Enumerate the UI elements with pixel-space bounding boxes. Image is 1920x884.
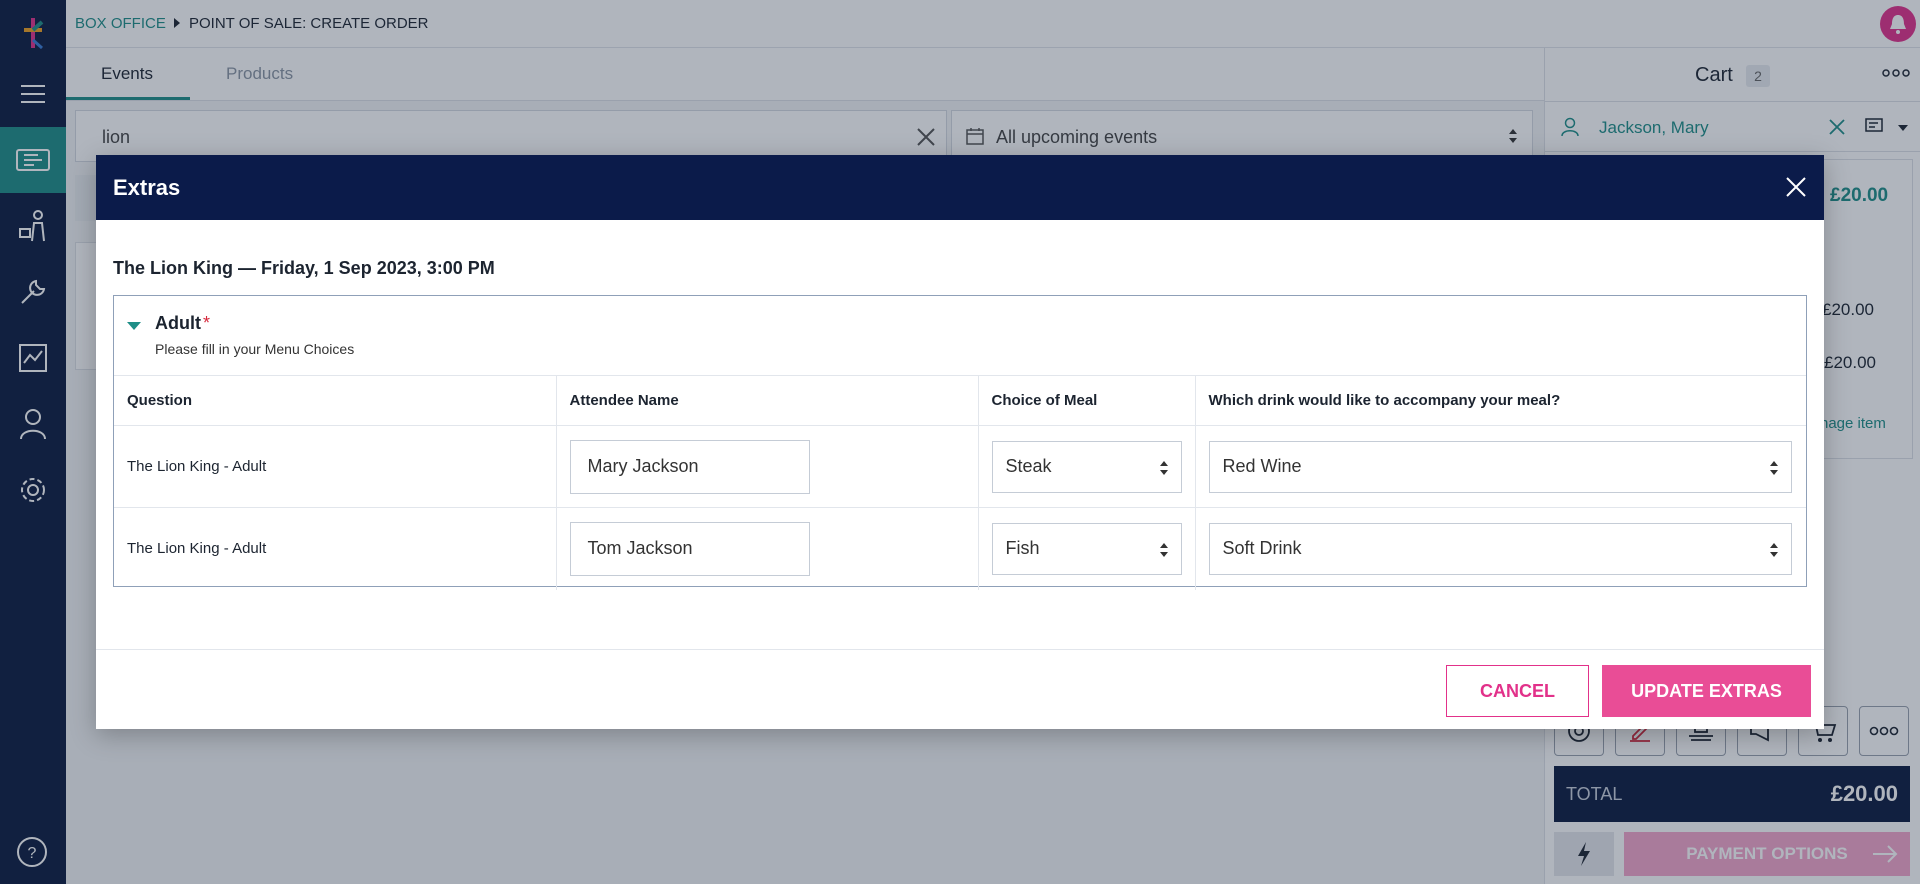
required-marker: *: [202, 313, 210, 333]
section-toggle[interactable]: Adult *: [155, 313, 210, 334]
extras-table: Question Attendee Name Choice of Meal Wh…: [114, 375, 1806, 590]
meal-select-value: Fish: [1005, 538, 1040, 559]
meal-select-value: Steak: [1005, 456, 1052, 476]
drink-cell: Soft Drink: [1194, 507, 1806, 590]
column-header: Choice of Meal: [977, 375, 1195, 426]
update-extras-button[interactable]: UPDATE EXTRAS: [1602, 665, 1811, 717]
attendee-name-input[interactable]: Tom Jackson: [569, 521, 810, 576]
meal-select[interactable]: Fish: [991, 522, 1182, 575]
attendee-cell: Tom Jackson: [555, 507, 978, 590]
table-row: The Lion King - Adult Tom Jackson Fish S…: [114, 507, 1806, 590]
question-cell: The Lion King - Adult: [114, 507, 556, 590]
dialog-header: Extras: [96, 155, 1824, 220]
column-header: Attendee Name: [555, 375, 978, 426]
section-label: Adult: [155, 313, 201, 333]
meal-cell: Fish: [977, 507, 1195, 590]
sort-arrows-icon: [1769, 460, 1779, 476]
drink-select[interactable]: Red Wine: [1208, 440, 1792, 493]
sort-arrows-icon: [1769, 542, 1779, 558]
meal-cell: Steak: [977, 425, 1195, 508]
divider: [96, 649, 1824, 650]
column-header: Which drink would like to accompany your…: [1194, 375, 1806, 426]
drink-cell: Red Wine: [1194, 425, 1806, 508]
close-icon[interactable]: [1784, 175, 1808, 199]
event-heading: The Lion King — Friday, 1 Sep 2023, 3:00…: [113, 258, 495, 278]
question-cell: The Lion King - Adult: [114, 425, 556, 508]
section-hint: Please fill in your Menu Choices: [155, 341, 355, 357]
drink-select-value: Red Wine: [1222, 456, 1302, 476]
meal-select[interactable]: Steak: [991, 440, 1182, 493]
column-header: Question: [114, 375, 556, 426]
extras-dialog: Extras The Lion King — Friday, 1 Sep 202…: [96, 155, 1824, 729]
drink-select[interactable]: Soft Drink: [1208, 522, 1792, 575]
sort-arrows-icon: [1159, 542, 1169, 558]
attendee-cell: Mary Jackson: [555, 425, 978, 508]
dialog-title: Extras: [113, 175, 181, 200]
extras-section: Adult * Please fill in your Menu Choices …: [113, 295, 1807, 590]
sort-arrows-icon: [1159, 460, 1169, 476]
drink-select-value: Soft Drink: [1222, 538, 1302, 559]
caret-down-icon[interactable]: [126, 321, 142, 331]
table-row: The Lion King - Adult Mary Jackson Steak…: [114, 425, 1806, 508]
table-header-row: Question Attendee Name Choice of Meal Wh…: [114, 375, 1806, 426]
attendee-name-input[interactable]: Mary Jackson: [569, 439, 810, 494]
cancel-button[interactable]: CANCEL: [1446, 665, 1589, 717]
